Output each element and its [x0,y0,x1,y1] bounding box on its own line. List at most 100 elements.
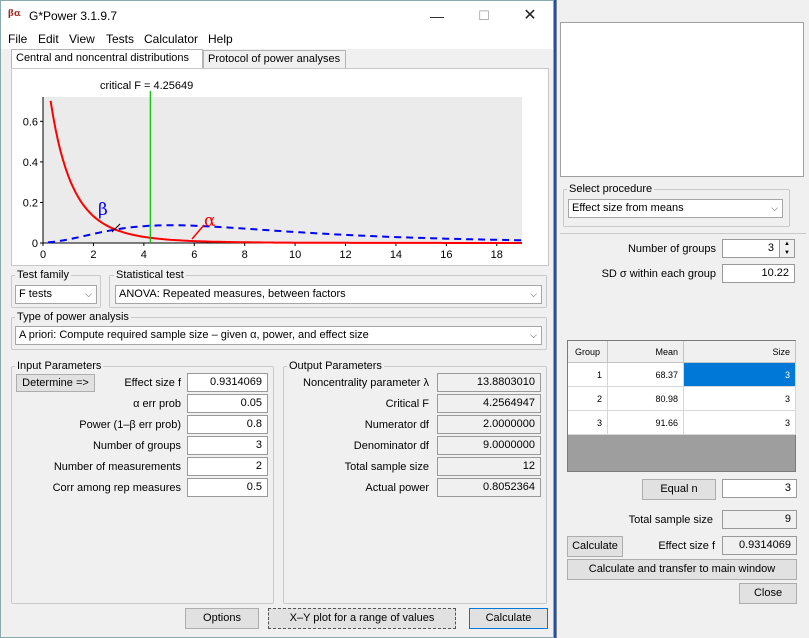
y-tick-label: 0.2 [23,197,38,209]
equal-n-input[interactable]: 3 [722,479,797,498]
plot-area [43,97,522,243]
table-header-size: Size [684,341,796,363]
calculate-button[interactable]: Calculate [469,608,548,629]
number-of-measurements-input[interactable]: 2 [187,457,268,476]
effect-size-input[interactable]: 0.9314069 [187,373,268,392]
statistical-test-value: ANOVA: Repeated measures, between factor… [119,288,346,300]
x-tick-label: 6 [191,249,197,261]
number-of-measurements-label: Number of measurements [53,461,181,473]
menu-bar: File Edit View Tests Calculator Help [1,31,553,49]
power-analysis-label: Type of power analysis [15,311,131,323]
minimize-icon[interactable]: — [414,3,460,29]
table-row-mean[interactable]: 91.66 [608,411,684,435]
total-sample-size-value: 12 [437,457,541,476]
x-tick-label: 12 [339,249,351,261]
spin-down-icon[interactable]: ▼ [780,249,794,258]
actual-power-label: Actual power [365,482,429,494]
input-parameters-label: Input Parameters [15,360,104,372]
menu-help[interactable]: Help [208,31,233,47]
effect-size-f-label: Effect size f [658,540,715,552]
chevron-down-icon: ⌵ [530,289,537,299]
y-tick-label: 0.6 [23,116,38,128]
calculate-transfer-button[interactable]: Calculate and transfer to main window [567,559,797,580]
procedure-select[interactable]: Effect size from means ⌵ [568,199,783,218]
determine-button[interactable]: Determine => [16,374,95,392]
table-row-mean[interactable]: 80.98 [608,387,684,411]
critical-f-output-label: Critical F [385,398,429,410]
total-sample-size-label: Total sample size [344,461,429,473]
table-row-group[interactable]: 3 [568,411,608,435]
alpha-err-input[interactable]: 0.05 [187,394,268,413]
num-groups-spinner[interactable]: ▲ ▼ [780,239,795,258]
x-tick-label: 14 [390,249,402,261]
effect-size-f-value: 0.9314069 [722,536,797,555]
statistical-test-select[interactable]: ANOVA: Repeated measures, between factor… [115,285,542,304]
gpower-main-window: βα G*Power 3.1.9.7 — ☐ ✕ File Edit View … [0,0,554,638]
critical-f-label: critical F = 4.25649 [100,80,193,92]
total-sample-size-label: Total sample size [628,514,713,526]
table-row-group[interactable]: 1 [568,363,608,387]
beta-label: β [98,200,108,220]
chevron-down-icon: ⌵ [530,330,537,340]
table-header-group: Group [568,341,608,363]
menu-file[interactable]: File [8,31,27,47]
total-sample-size-value: 9 [722,510,797,529]
table-row-size[interactable]: 3 [684,411,796,435]
effect-calculate-button[interactable]: Calculate [567,536,623,557]
test-family-select[interactable]: F tests ⌵ [15,285,97,304]
table-row-size[interactable]: 3 [684,387,796,411]
sd-input[interactable]: 10.22 [722,264,795,283]
x-tick-label: 0 [40,249,46,261]
power-label: Power (1–β err prob) [79,419,181,431]
y-tick-label: 0.4 [23,157,38,169]
numerator-df-value: 2.0000000 [437,415,541,434]
x-tick-label: 8 [242,249,248,261]
maximize-icon[interactable]: ☐ [461,3,507,29]
noncentrality-value: 13.8803010 [437,373,541,392]
number-of-groups-input[interactable]: 3 [187,436,268,455]
tab-protocol[interactable]: Protocol of power analyses [203,50,346,68]
x-tick-label: 2 [90,249,96,261]
critical-f-value: 4.2564947 [437,394,541,413]
chevron-down-icon: ⌵ [771,203,778,213]
table-header-mean: Mean [608,341,684,363]
number-of-groups-label: Number of groups [92,440,181,452]
output-parameters-label: Output Parameters [287,360,384,372]
divider [560,233,806,234]
group-means-table: Group Mean Size 1 68.37 3 2 80.98 3 3 91… [567,340,796,472]
close-button[interactable]: Close [739,583,797,604]
numerator-df-label: Numerator df [364,419,429,431]
num-groups-input[interactable]: 3 [722,239,780,258]
effect-size-label: Effect size f [124,377,181,389]
menu-tests[interactable]: Tests [106,31,134,47]
power-input[interactable]: 0.8 [187,415,268,434]
corr-rep-measures-input[interactable]: 0.5 [187,478,268,497]
num-groups-label: Number of groups [627,243,716,255]
statistical-test-label: Statistical test [114,269,186,281]
spin-up-icon[interactable]: ▲ [780,240,794,249]
chevron-down-icon: ⌵ [85,289,92,299]
actual-power-value: 0.8052364 [437,478,541,497]
table-row-group[interactable]: 2 [568,387,608,411]
denominator-df-label: Denominator df [353,440,429,452]
equal-n-button[interactable]: Equal n [642,479,716,500]
table-row-size[interactable]: 3 [684,363,796,387]
distribution-plot: 0 2 4 6 8 10 12 14 16 18 0 0.2 0.4 0.6 critical F = 4… [23,80,522,261]
select-procedure-label: Select procedure [567,183,655,195]
test-family-label: Test family [15,269,71,281]
tab-distributions[interactable]: Central and noncentral distributions [11,49,203,69]
menu-edit[interactable]: Edit [38,31,59,47]
xy-plot-button[interactable]: X–Y plot for a range of values [268,608,456,629]
menu-calculator[interactable]: Calculator [144,31,198,47]
menu-view[interactable]: View [69,31,95,47]
procedure-value: Effect size from means [572,202,684,214]
title-bar[interactable]: βα G*Power 3.1.9.7 — ☐ ✕ [1,1,553,31]
options-button[interactable]: Options [185,608,259,629]
alpha-err-label: α err prob [133,398,181,410]
power-analysis-value: A priori: Compute required sample size –… [19,329,369,341]
close-icon[interactable]: ✕ [507,3,553,29]
corr-rep-measures-label: Corr among rep measures [52,482,181,494]
power-analysis-select[interactable]: A priori: Compute required sample size –… [15,326,542,345]
gpower-logo-icon: βα [8,9,21,19]
table-row-mean[interactable]: 68.37 [608,363,684,387]
